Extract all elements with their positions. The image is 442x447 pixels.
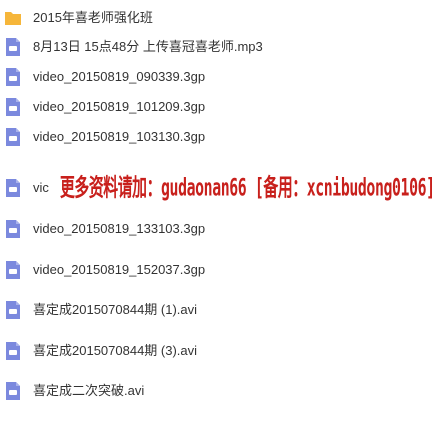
item-name: video_20150819_133103.3gp — [33, 221, 206, 236]
video-file-icon — [6, 261, 20, 279]
list-item-file[interactable]: 喜定成2015070844期 (3).avi — [0, 339, 442, 363]
list-item-folder[interactable]: 2015年喜老师强化班 — [0, 6, 442, 30]
item-name: 8月13日 15点48分 上传喜冠喜老师.mp3 — [33, 39, 263, 54]
video-file-icon — [6, 301, 20, 319]
list-item-file[interactable]: video_20150819_133103.3gp — [0, 217, 442, 241]
video-file-icon — [6, 98, 20, 116]
video-file-icon — [6, 342, 20, 360]
item-name: 喜定成二次突破.avi — [33, 383, 145, 398]
list-item-file[interactable]: 8月13日 15点48分 上传喜冠喜老师.mp3 — [0, 35, 442, 59]
item-name: vic — [33, 180, 49, 195]
watermark-text: 更多资料请加：gudaonan66 [备用：xcnibudong0106] — [60, 174, 435, 202]
video-file-icon — [6, 179, 20, 197]
file-list: 2015年喜老师强化班 8月13日 15点48分 上传喜冠喜老师.mp3 vid… — [0, 0, 442, 447]
list-item-file[interactable]: video_20150819_103130.3gp — [0, 125, 442, 149]
list-item-file[interactable]: video_20150819_101209.3gp — [0, 95, 442, 119]
item-name: 喜定成2015070844期 (3).avi — [33, 343, 198, 358]
item-name: 喜定成2015070844期 (1).avi — [33, 302, 198, 317]
video-file-icon — [6, 220, 20, 238]
list-item-file[interactable]: video_20150819_152037.3gp — [0, 258, 442, 282]
list-item-file[interactable]: 喜定成2015070844期 (1).avi — [0, 298, 442, 322]
list-item-file[interactable]: 喜定成二次突破.avi — [0, 379, 442, 403]
item-name: video_20150819_103130.3gp — [33, 129, 206, 144]
list-item-file[interactable]: video_20150819_090339.3gp — [0, 65, 442, 89]
item-name: 2015年喜老师强化班 — [33, 10, 153, 25]
video-file-icon — [6, 382, 20, 400]
folder-icon — [5, 12, 21, 25]
audio-file-icon — [6, 38, 20, 56]
item-name: video_20150819_090339.3gp — [33, 69, 206, 84]
item-name: video_20150819_152037.3gp — [33, 262, 206, 277]
video-file-icon — [6, 128, 20, 146]
video-file-icon — [6, 68, 20, 86]
item-name: video_20150819_101209.3gp — [33, 99, 206, 114]
